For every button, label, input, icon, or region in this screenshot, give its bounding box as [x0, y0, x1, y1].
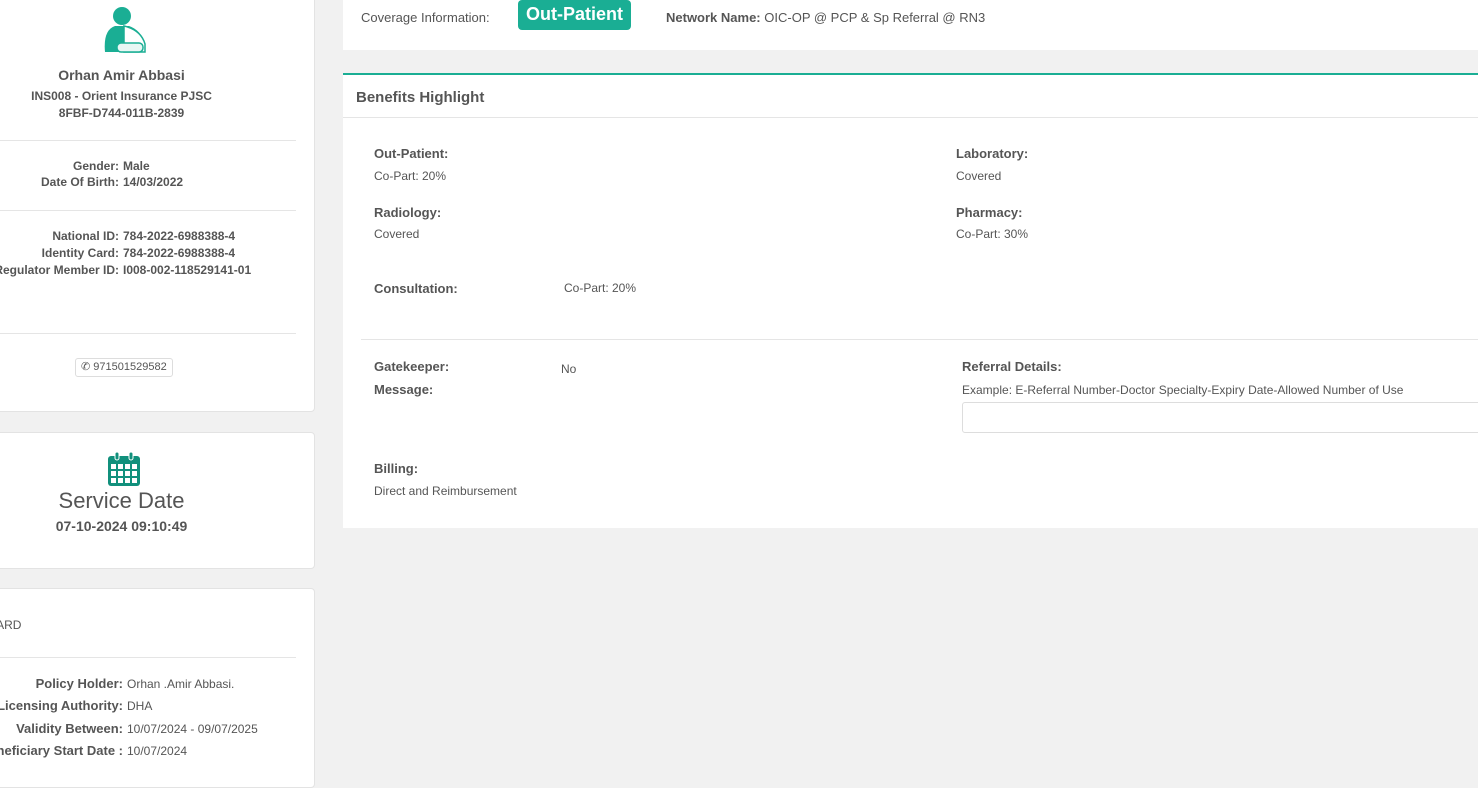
- pharmacy-value: Co-Part: 30%: [956, 227, 1029, 241]
- radiology-value: Covered: [374, 227, 420, 241]
- message-label: Message:: [374, 382, 434, 397]
- gatekeeper-label: Gatekeeper:: [374, 359, 450, 374]
- coverage-label: Coverage Information:: [361, 10, 490, 25]
- phone-icon: ✆: [81, 361, 91, 373]
- consultation-label: Consultation:: [374, 281, 458, 296]
- national-id-row: National ID: 784-2022-6988388-4: [52, 229, 236, 243]
- pharmacy-label: Pharmacy:: [956, 205, 1023, 220]
- billing-label: Billing:: [374, 461, 419, 476]
- beneficiary-start-row: eneficiary Start Date :10/07/2024: [0, 743, 188, 758]
- policy-card: VARD Policy Holder:Orhan .Amir Abbasi. L…: [0, 588, 315, 788]
- benefits-title: Benefits Highlight: [356, 89, 485, 106]
- referral-label: Referral Details:: [962, 359, 1062, 374]
- coverage-bar: Coverage Information: Out-Patient Networ…: [343, 0, 1478, 50]
- phone-badge[interactable]: ✆ 971501529582: [75, 358, 173, 377]
- policy-holder-row: Policy Holder: Orhan .Amir Abbasi.: [35, 676, 235, 691]
- radiology-label: Radiology:: [374, 205, 442, 220]
- network-row: Network Name: OIC-OP @ PCP & Sp Referral…: [666, 10, 986, 25]
- service-datetime: 07-10-2024 09:10:49: [55, 518, 188, 534]
- laboratory-label: Laboratory:: [956, 146, 1029, 161]
- policy-partial-text: VARD: [0, 618, 22, 632]
- dob-row: Date Of Birth: 14/03/2022: [41, 175, 184, 189]
- service-date-title: Service Date: [58, 488, 185, 513]
- validity-row: Validity Between: 10/07/2024 - 09/07/2025: [16, 721, 258, 736]
- billing-value: Direct and Reimbursement: [374, 484, 517, 498]
- calendar-icon: [107, 451, 141, 490]
- laboratory-value: Covered: [956, 169, 1002, 183]
- consultation-value: Co-Part: 20%: [564, 281, 637, 295]
- referral-details-input[interactable]: [962, 402, 1478, 433]
- member-name: Orhan Amir Abbasi: [58, 67, 185, 83]
- benefits-card: Benefits Highlight Out-Patient: Co-Part:…: [343, 73, 1478, 528]
- referral-hint: Example: E-Referral Number-Doctor Specia…: [962, 383, 1404, 397]
- outpatient-label: Out-Patient:: [374, 146, 449, 161]
- outpatient-value: Co-Part: 20%: [374, 169, 447, 183]
- coverage-badge: Out-Patient: [518, 0, 631, 30]
- regulator-id-row: Regulator Member ID: I008-002-118529141-0…: [0, 263, 252, 277]
- licensing-authority-row: Licensing Authority: DHA: [0, 698, 153, 713]
- gender-row: Gender: Male: [72, 159, 150, 173]
- service-date-card: Service Date 07-10-2024 09:10:49: [0, 432, 315, 569]
- phone-number: 971501529582: [93, 361, 167, 373]
- insurer: INS008 - Orient Insurance PJSC: [31, 89, 212, 103]
- card-code: 8FBF-D744-011B-2839: [58, 106, 185, 120]
- member-card: Orhan Amir Abbasi INS008 - Orient Insura…: [0, 0, 315, 412]
- identity-card-row: Identity Card: 784-2022-6988388-4: [41, 246, 236, 260]
- gatekeeper-value: No: [561, 362, 577, 376]
- patient-avatar-icon: [101, 4, 147, 57]
